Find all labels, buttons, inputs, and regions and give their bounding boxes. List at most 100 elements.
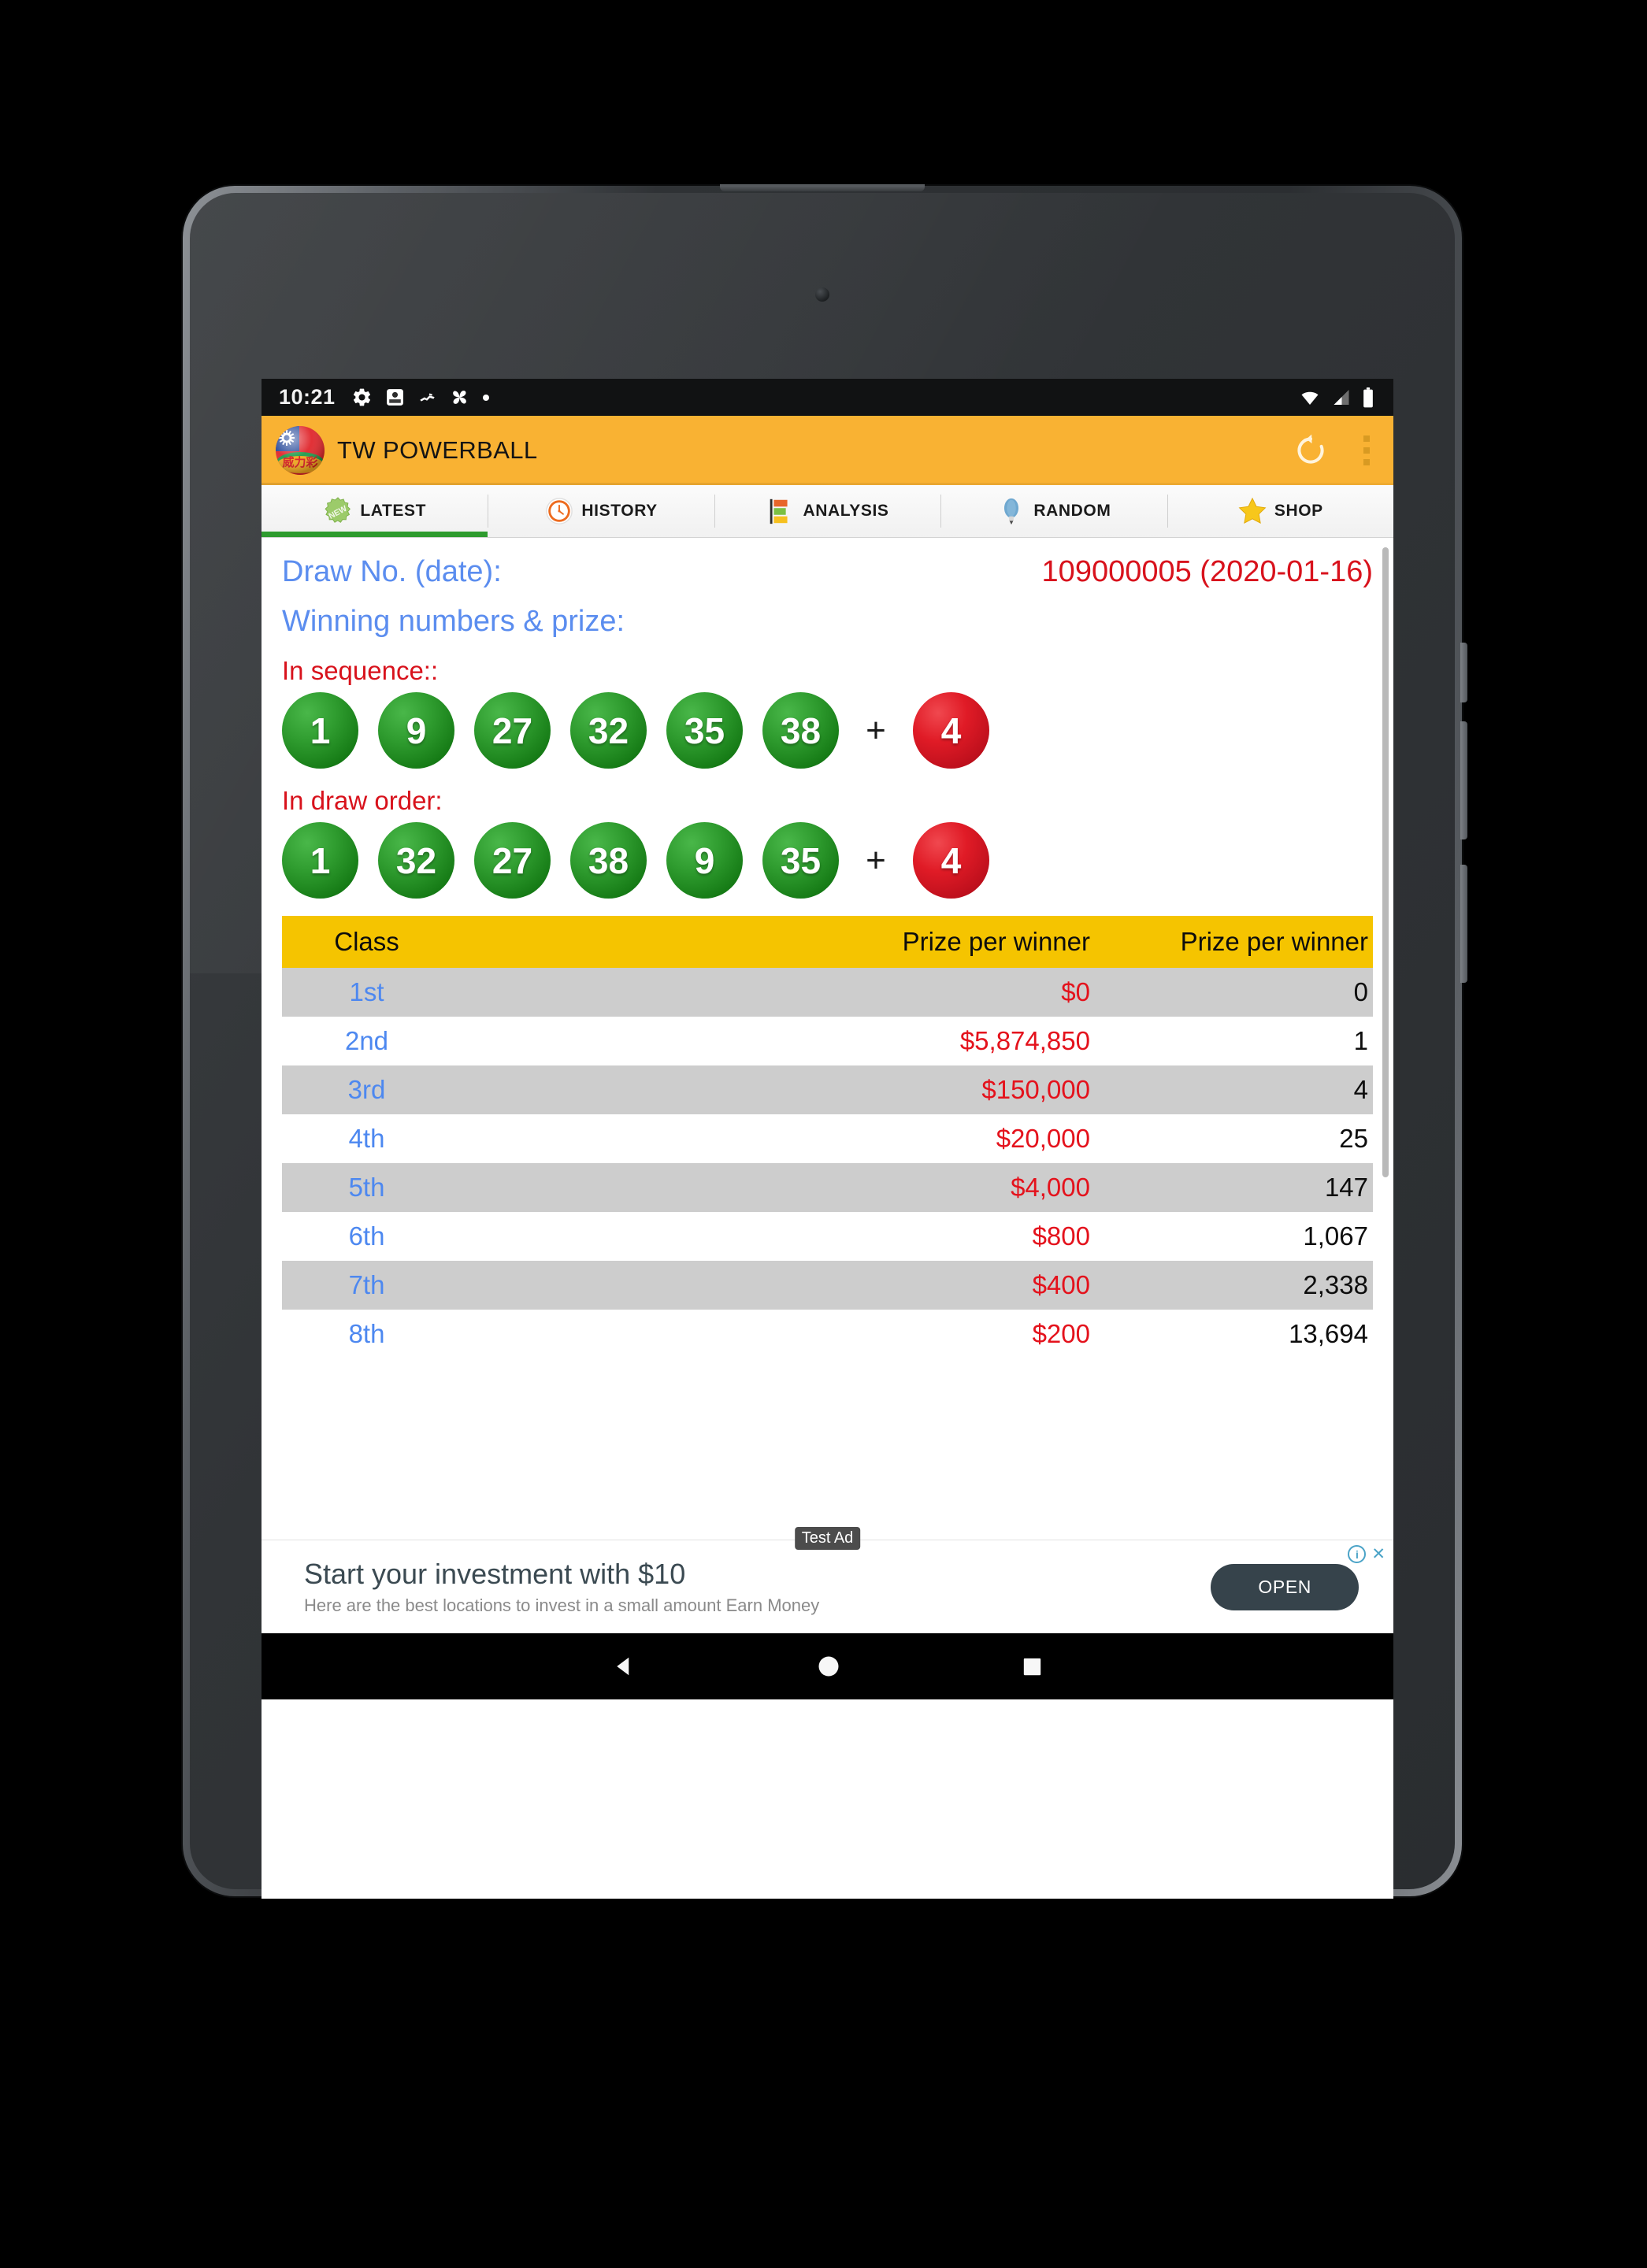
tab-label-shop: SHOP xyxy=(1274,502,1323,520)
tw-powerball-logo: 威力彩 xyxy=(271,421,329,480)
ad-test-badge: Test Ad xyxy=(794,1527,861,1550)
back-triangle-icon[interactable] xyxy=(612,1655,636,1678)
cell-prize: $4,000 xyxy=(1011,1173,1090,1202)
cell-winners: 4 xyxy=(1353,1075,1368,1104)
tab-label-history: HISTORY xyxy=(581,502,658,520)
prize-table-body: 1st $0 0 2nd $5,874,850 1 3rd $150,000 4 4th $20,0… xyxy=(282,968,1373,1358)
cell-prize: $800 xyxy=(1032,1221,1090,1251)
refresh-icon[interactable] xyxy=(1293,432,1329,469)
ball-number: 4 xyxy=(940,710,962,751)
column-header-prize: Prize per winner xyxy=(902,927,1090,956)
tab-latest[interactable]: NEW LATEST xyxy=(262,485,488,537)
ball-number: 35 xyxy=(684,710,725,751)
lottery-ball: 1 xyxy=(282,692,358,769)
cell-class: 3rd xyxy=(347,1075,386,1104)
ad-copy: Start your investment with $10 Here are … xyxy=(276,1558,819,1616)
in-draw-order-label: In draw order: xyxy=(282,786,443,815)
cell-winners: 2,338 xyxy=(1303,1270,1368,1299)
info-icon[interactable]: i xyxy=(1348,1545,1367,1563)
top-speaker-grill xyxy=(720,184,925,191)
ball-number: 27 xyxy=(492,710,533,751)
home-circle-icon[interactable] xyxy=(817,1655,840,1678)
wifi-icon xyxy=(1301,391,1319,405)
cell-winners: 1 xyxy=(1353,1026,1368,1055)
lottery-ball: 9 xyxy=(666,822,743,899)
cell-prize: $0 xyxy=(1061,977,1090,1006)
ball-number: 1 xyxy=(310,710,331,751)
cell-winners: 1,067 xyxy=(1303,1221,1368,1251)
ad-open-button[interactable]: OPEN xyxy=(1211,1563,1359,1610)
recents-square-icon[interactable] xyxy=(1022,1656,1043,1677)
cell-prize: $200 xyxy=(1032,1319,1090,1348)
app-notification-icon-2 xyxy=(419,393,435,402)
ad-controls: i ✕ xyxy=(1348,1545,1385,1563)
ball-number: 38 xyxy=(588,839,629,881)
ball-number: 27 xyxy=(492,839,533,881)
ball-number: 38 xyxy=(780,710,822,751)
android-nav-bar xyxy=(262,1633,1393,1699)
draw-number-value: 109000005 (2020-01-16) xyxy=(1041,555,1373,588)
tab-label-analysis: ANALYSIS xyxy=(803,502,889,520)
cell-class: 8th xyxy=(348,1319,385,1348)
cell-class: 6th xyxy=(348,1221,385,1251)
cell-class: 5th xyxy=(348,1173,385,1202)
lightbulb-icon xyxy=(996,496,1026,526)
cell-signal-icon xyxy=(1334,389,1349,405)
ball-number: 9 xyxy=(694,839,715,881)
app-notification-icon xyxy=(386,389,403,406)
table-row: 5th $4,000 147 xyxy=(282,1163,1373,1212)
table-row: 7th $400 2,338 xyxy=(282,1261,1373,1310)
status-bar-notification-icons xyxy=(351,387,490,408)
pinwheel-icon xyxy=(452,391,466,404)
cell-class: 1st xyxy=(349,977,384,1006)
ad-headline: Start your investment with $10 xyxy=(304,1557,686,1590)
plus-separator: + xyxy=(866,710,886,750)
lottery-ball: 9 xyxy=(378,692,454,769)
tab-history[interactable]: HISTORY xyxy=(488,485,714,537)
tab-shop[interactable]: SHOP xyxy=(1167,485,1393,537)
prize-table: Class Prize per winner Prize per winner … xyxy=(282,916,1373,1358)
ad-description: Here are the best locations to invest in… xyxy=(304,1595,820,1616)
overflow-menu-icon[interactable] xyxy=(1363,435,1370,465)
close-icon[interactable]: ✕ xyxy=(1371,1546,1385,1562)
cell-prize: $150,000 xyxy=(981,1075,1090,1104)
ad-banner[interactable]: Test Ad i ✕ Start your investment with $… xyxy=(262,1527,1393,1633)
tab-random[interactable]: RANDOM xyxy=(940,485,1167,537)
vertical-scrollbar[interactable] xyxy=(1382,547,1389,1177)
prize-table-header: Class Prize per winner Prize per winner xyxy=(282,916,1373,968)
gear-icon xyxy=(353,388,370,406)
side-button-power[interactable] xyxy=(1460,643,1467,702)
screenshot-root: 10:21 TW POWERBALL NEW LATEST HISTORY AN… xyxy=(0,0,1647,2268)
app-bar-actions xyxy=(1293,432,1389,469)
side-button-volume-up[interactable] xyxy=(1460,721,1467,839)
bonus-ball: 4 xyxy=(913,822,989,899)
lottery-ball: 38 xyxy=(762,692,839,769)
clock-icon xyxy=(544,496,574,526)
ball-number: 1 xyxy=(310,839,331,881)
android-status-bar: 10:21 xyxy=(262,379,1393,416)
app-title: TW POWERBALL xyxy=(337,436,538,464)
side-button-volume-down[interactable] xyxy=(1460,865,1467,983)
status-bar-clock: 10:21 xyxy=(279,385,336,409)
table-row: 2nd $5,874,850 1 xyxy=(282,1017,1373,1065)
front-camera xyxy=(815,287,829,302)
lottery-ball: 27 xyxy=(474,692,551,769)
cell-winners: 147 xyxy=(1324,1173,1368,1202)
draw-number-label: Draw No. (date): xyxy=(282,555,502,588)
dot-icon xyxy=(482,394,489,401)
bonus-ball: 4 xyxy=(913,692,989,769)
lottery-ball: 32 xyxy=(378,822,454,899)
cell-winners: 13,694 xyxy=(1289,1319,1368,1348)
lottery-ball: 38 xyxy=(570,822,647,899)
table-row: 4th $20,000 25 xyxy=(282,1114,1373,1163)
column-header-winners: Prize per winner xyxy=(1180,927,1368,956)
battery-icon xyxy=(1363,387,1373,407)
plus-separator: + xyxy=(866,840,886,880)
table-row: 6th $800 1,067 xyxy=(282,1212,1373,1261)
cell-prize: $20,000 xyxy=(996,1124,1090,1153)
column-header-class: Class xyxy=(334,927,399,956)
star-icon xyxy=(1237,496,1267,526)
tab-analysis[interactable]: ANALYSIS xyxy=(714,485,940,537)
table-row: 8th $200 13,694 xyxy=(282,1310,1373,1358)
ball-number: 9 xyxy=(406,710,427,751)
